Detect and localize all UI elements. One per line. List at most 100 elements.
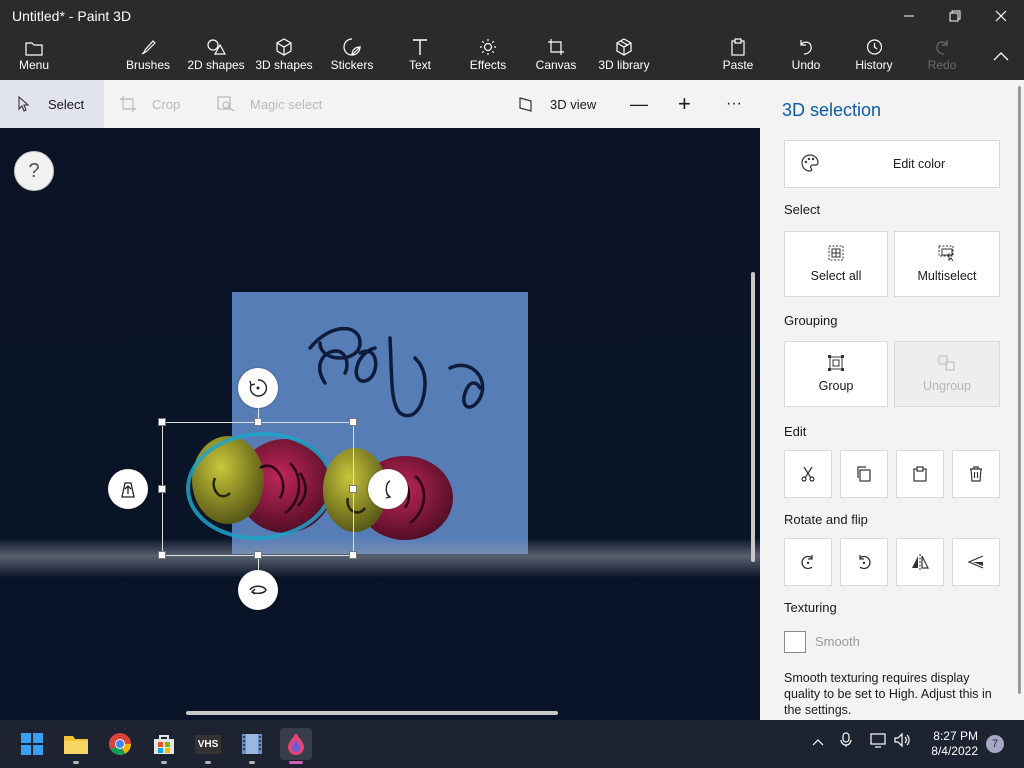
- ungroup-button[interactable]: Ungroup: [894, 341, 1000, 407]
- copy-button[interactable]: [840, 450, 888, 498]
- notification-count: 7: [991, 738, 999, 750]
- resize-handle[interactable]: [158, 551, 166, 559]
- zoom-out-button[interactable]: —: [630, 80, 648, 128]
- multiselect-button[interactable]: Multiselect: [894, 231, 1000, 297]
- show-hidden-icons-button[interactable]: [812, 734, 824, 749]
- history-button[interactable]: History: [852, 32, 896, 80]
- flip-horizontal-button[interactable]: [896, 538, 944, 586]
- tool-3d-shapes[interactable]: 3D shapes: [254, 32, 314, 80]
- tool-effects[interactable]: Effects: [466, 32, 510, 80]
- resize-handle[interactable]: [349, 418, 357, 426]
- panel-scrollbar[interactable]: [1018, 86, 1021, 694]
- tool-stickers[interactable]: Stickers: [328, 32, 376, 80]
- title-bar: Untitled* - Paint 3D: [0, 0, 1024, 32]
- volume-icon: [894, 732, 910, 748]
- volume-button[interactable]: [894, 732, 912, 751]
- taskbar-video[interactable]: [236, 728, 268, 764]
- delete-button[interactable]: [952, 450, 1000, 498]
- flip-vertical-icon: [968, 555, 984, 569]
- ellipsis-icon: ···: [726, 95, 742, 112]
- main-toolbar: Menu Brushes 2D shapes 3D shapes Sticker…: [0, 32, 1024, 80]
- redo-button[interactable]: Redo: [924, 32, 960, 80]
- paste-panel-button[interactable]: [896, 450, 944, 498]
- crop-button[interactable]: Crop: [152, 80, 180, 128]
- magic-select-label: Magic select: [250, 96, 323, 112]
- rotate-z-gizmo[interactable]: [238, 368, 278, 408]
- selection-toolbar: Select Crop Magic select 3D view — + ···: [0, 80, 760, 128]
- tool-text[interactable]: Text: [400, 32, 440, 80]
- rotate-left-icon: [801, 555, 813, 570]
- select-button[interactable]: Select: [48, 80, 84, 128]
- resize-handle[interactable]: [349, 551, 357, 559]
- close-button[interactable]: [978, 0, 1024, 32]
- window-title: Untitled* - Paint 3D: [12, 8, 132, 24]
- more-options-button[interactable]: ···: [726, 80, 742, 128]
- minimize-button[interactable]: [886, 0, 932, 32]
- rotate-y-gizmo[interactable]: [368, 469, 408, 509]
- taskbar: VHS 8:27 PM 8/4/2022: [0, 720, 1024, 768]
- paste-icon: [729, 32, 747, 58]
- tool-3d-library[interactable]: 3D library: [596, 32, 652, 80]
- group-button[interactable]: Group: [784, 341, 888, 407]
- edit-color-button[interactable]: Edit color: [784, 140, 1000, 188]
- vhs-icon: VHS: [194, 734, 222, 754]
- zoom-in-button[interactable]: +: [678, 80, 691, 128]
- horizontal-scrollbar[interactable]: [186, 711, 558, 715]
- clock-date: 8/4/2022: [931, 744, 978, 758]
- resize-handle[interactable]: [349, 485, 357, 493]
- undo-label: Undo: [791, 58, 821, 72]
- sun-icon: [479, 32, 497, 58]
- restore-button[interactable]: [932, 0, 978, 32]
- rotate-flip-heading: Rotate and flip: [784, 512, 868, 527]
- taskbar-vhs[interactable]: VHS: [192, 728, 224, 764]
- resize-handle[interactable]: [254, 551, 262, 559]
- ungroup-icon: [938, 355, 955, 371]
- paste-button[interactable]: Paste: [720, 32, 756, 80]
- brush-icon: [139, 32, 157, 58]
- resize-handle[interactable]: [158, 485, 166, 493]
- multiselect-label: Multiselect: [917, 269, 977, 283]
- start-button[interactable]: [16, 728, 48, 760]
- clock[interactable]: 8:27 PM 8/4/2022: [924, 729, 978, 759]
- trash-icon: [970, 466, 982, 482]
- collapse-toolbar-button[interactable]: [986, 44, 1016, 68]
- tool-brushes[interactable]: Brushes: [124, 32, 172, 80]
- tool-canvas[interactable]: Canvas: [534, 32, 578, 80]
- minimize-icon: [904, 15, 914, 17]
- notification-badge[interactable]: 7: [986, 735, 1004, 753]
- taskbar-chrome[interactable]: [104, 728, 136, 760]
- rotate-left-button[interactable]: [784, 538, 832, 586]
- rotate-right-button[interactable]: [840, 538, 888, 586]
- help-button[interactable]: ?: [14, 151, 54, 191]
- magic-select-button[interactable]: Magic select: [250, 80, 322, 128]
- resize-handle[interactable]: [158, 418, 166, 426]
- undo-button[interactable]: Undo: [788, 32, 824, 80]
- taskbar-file-explorer[interactable]: [60, 728, 92, 764]
- microphone-button[interactable]: [840, 732, 852, 751]
- selection-box[interactable]: [162, 422, 354, 556]
- drawing-canvas[interactable]: ?: [0, 128, 760, 720]
- question-icon: ?: [28, 159, 40, 182]
- magic-select-icon: [208, 80, 244, 128]
- select-all-button[interactable]: Select all: [784, 231, 888, 297]
- flip-vertical-button[interactable]: [952, 538, 1000, 586]
- tool-label: Brushes: [125, 58, 171, 72]
- vertical-scrollbar[interactable]: [751, 272, 755, 562]
- ungroup-label: Ungroup: [923, 379, 971, 393]
- active-indicator: [289, 761, 303, 764]
- rotate-x-gizmo[interactable]: [238, 570, 278, 610]
- cursor-icon: [6, 80, 42, 128]
- network-button[interactable]: [870, 732, 888, 751]
- depth-gizmo[interactable]: [108, 469, 148, 509]
- cut-button[interactable]: [784, 450, 832, 498]
- menu-button[interactable]: Menu: [16, 32, 52, 80]
- cube-icon: [275, 32, 293, 58]
- 3d-view-toggle[interactable]: 3D view: [550, 80, 596, 128]
- taskbar-paint3d[interactable]: [280, 728, 312, 764]
- palette-icon: [801, 153, 819, 175]
- tool-label: Canvas: [535, 58, 577, 72]
- taskbar-store[interactable]: [148, 728, 180, 764]
- paint3d-icon: [288, 733, 304, 755]
- tool-2d-shapes[interactable]: 2D shapes: [186, 32, 246, 80]
- smooth-checkbox[interactable]: [784, 631, 806, 653]
